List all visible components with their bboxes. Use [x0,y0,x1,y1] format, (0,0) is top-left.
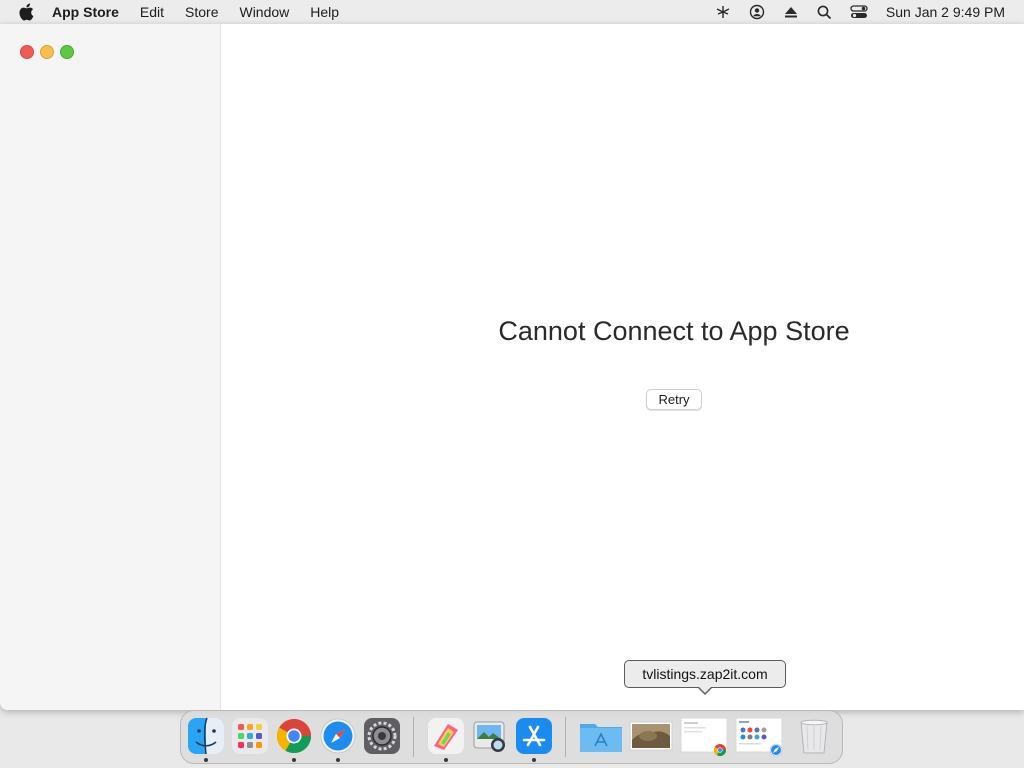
control-center-icon[interactable] [842,0,876,24]
chrome-running-indicator [292,758,296,762]
window-minimize-button[interactable] [40,45,54,59]
app-store-window: Cannot Connect to App Store Retry [0,24,1024,710]
network-icon[interactable] [706,0,740,24]
menu-app-store[interactable]: App Store [52,0,119,24]
window-maximize-button[interactable] [60,45,74,59]
app-store-running-indicator [532,758,536,762]
safari-icon[interactable] [318,716,358,756]
menu-help[interactable]: Help [310,0,339,24]
status-area: Sun Jan 2 9:49 PM [706,0,1024,24]
color-picker-icon[interactable] [426,716,466,756]
trash-icon[interactable] [794,716,834,756]
dock-separator-right [565,717,566,757]
finder-running-indicator [204,758,208,762]
system-preferences-icon[interactable] [362,716,402,756]
window-close-button[interactable] [20,45,34,59]
apple-menu-icon[interactable] [18,3,36,21]
tooltip-arrow-fill [698,686,712,693]
spotlight-search-icon[interactable] [808,0,842,24]
applications-folder-icon[interactable] [578,716,624,756]
app-store-icon[interactable] [514,716,554,756]
error-title: Cannot Connect to App Store [498,316,850,346]
photo-thumbnail-icon[interactable] [628,716,674,756]
menu-edit[interactable]: Edit [140,0,164,24]
user-account-icon[interactable] [740,0,774,24]
menubar-clock[interactable]: Sun Jan 2 9:49 PM [886,4,1005,20]
safari-window-thumbnail-icon[interactable] [734,716,786,757]
sidebar [0,24,221,710]
launchpad-icon[interactable] [230,716,270,756]
dock-tooltip: tvlistings.zap2it.com [624,660,786,688]
menu-window[interactable]: Window [239,0,289,24]
preview-icon[interactable] [470,716,510,756]
eject-icon[interactable] [774,0,808,24]
menu-store[interactable]: Store [185,0,218,24]
safari-running-indicator [336,758,340,762]
chrome-window-thumbnail-icon[interactable] [680,716,730,757]
dock [180,710,843,764]
retry-button[interactable]: Retry [646,389,702,410]
dock-separator-left [413,717,414,757]
color-picker-running-indicator [444,758,448,762]
chrome-icon[interactable] [274,716,314,756]
finder-icon[interactable] [186,716,226,756]
menu-bar: App Store Edit Store Window Help Sun Jan… [0,0,1024,24]
